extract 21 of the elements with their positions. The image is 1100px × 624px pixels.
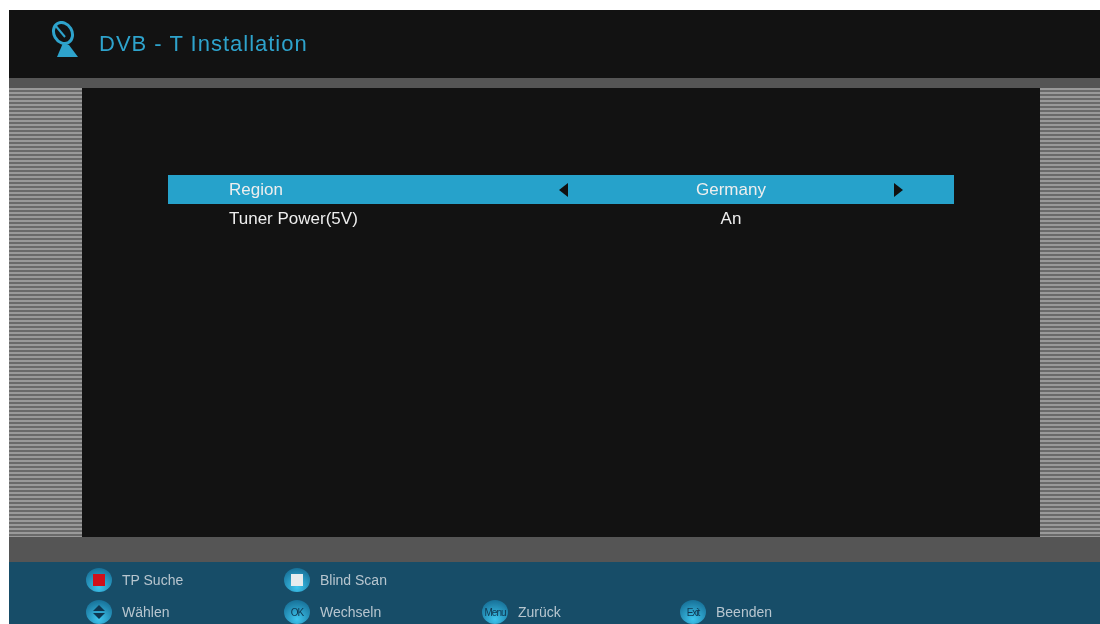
right-arrow-icon[interactable] [894, 182, 903, 197]
key-hint-label: Wechseln [320, 604, 382, 620]
remote-key: Menu [482, 600, 508, 624]
left-arrow-icon[interactable] [559, 182, 568, 197]
key-hint-label: Zurück [518, 604, 561, 620]
setting-value: Germany [696, 179, 766, 200]
function-key-icon [284, 568, 310, 592]
key-hint-label: TP Suche [122, 572, 184, 588]
remote-key: Exit [680, 600, 706, 624]
function-key-icon [86, 568, 112, 592]
up-down-key-icon [86, 600, 112, 624]
setting-row[interactable]: Tuner Power(5V) An [168, 204, 954, 233]
key-hint-label: Wählen [122, 604, 170, 620]
page-title: DVB - T Installation [99, 31, 308, 57]
setting-label: Region [228, 179, 284, 200]
satellite-dish-icon [49, 21, 79, 57]
setting-label: Tuner Power(5V) [228, 208, 359, 229]
key-hint-label: Beenden [716, 604, 773, 620]
setting-value: An [720, 208, 742, 229]
key-hint-label: Blind Scan [320, 572, 387, 588]
remote-key: OK [284, 600, 310, 624]
